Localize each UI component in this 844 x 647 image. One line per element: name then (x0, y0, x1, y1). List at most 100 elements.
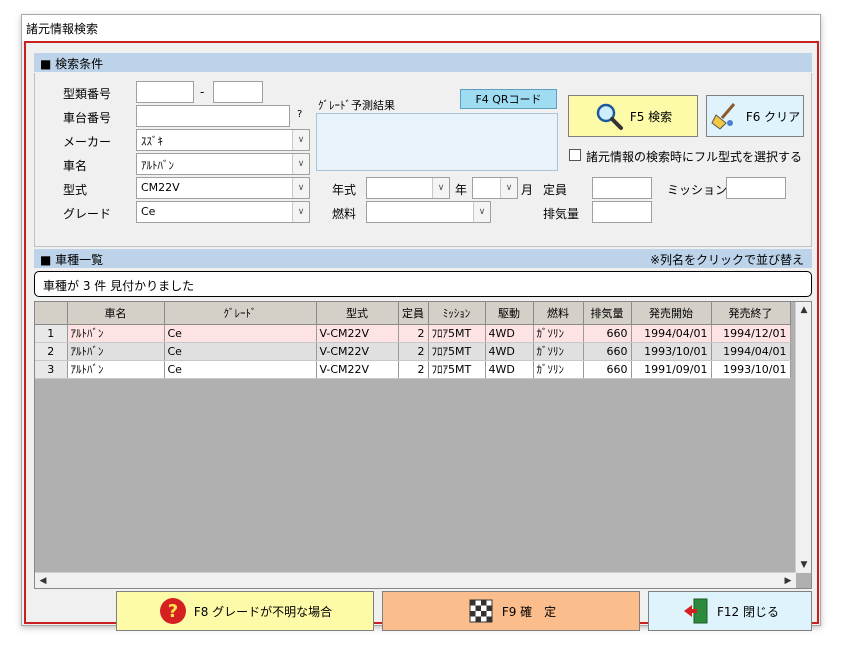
clear-button[interactable]: F6 クリア (706, 95, 804, 137)
chassis-number-input[interactable] (136, 105, 290, 127)
search-window: 諸元情報検索 ■ 検索条件 型類番号 - 車台番号 ? メーカー ｽｽﾞｷ ∨ … (21, 14, 821, 631)
confirm-button[interactable]: F9 確 定 (382, 591, 640, 631)
cell-drive: 4WD (485, 360, 534, 379)
cell-grade: Ce (164, 324, 317, 343)
column-header-fuel[interactable]: 燃料 (533, 302, 584, 325)
mission-label: ミッション (667, 183, 728, 197)
cell-fuel: ｶﾞｿﾘﾝ (533, 324, 584, 343)
search-panel: 型類番号 - 車台番号 ? メーカー ｽｽﾞｷ ∨ 車名 ｱﾙﾄﾊﾞﾝ ∨ 型式… (34, 73, 812, 247)
column-header-capacity[interactable]: 定員 (398, 302, 429, 325)
exit-door-icon (684, 598, 708, 624)
list-section-title: ■ 車種一覧 (40, 253, 104, 267)
chevron-down-icon[interactable]: ∨ (500, 178, 517, 198)
chevron-down-icon[interactable]: ∨ (473, 202, 490, 222)
question-icon: ? (159, 598, 186, 624)
confirm-button-label: F9 確 定 (501, 604, 557, 619)
year-select[interactable]: ∨ (366, 177, 450, 199)
row-number: 2 (35, 342, 68, 361)
grade-unknown-button-label: F8 グレードが不明な場合 (193, 604, 333, 619)
cell-capacity: 2 (398, 324, 429, 343)
vertical-scrollbar[interactable]: ▲ ▼ (795, 302, 811, 573)
scroll-left-arrow-icon[interactable]: ◀ (35, 573, 51, 588)
table-row[interactable]: 2 ｱﾙﾄﾊﾞﾝ Ce V-CM22V 2 ﾌﾛｱ5MT 4WD ｶﾞｿﾘﾝ 6… (35, 342, 791, 361)
cell-model: V-CM22V (316, 360, 399, 379)
capacity-input[interactable] (592, 177, 652, 199)
year-label: 年式 (332, 183, 357, 197)
mission-input[interactable] (726, 177, 786, 199)
model-label: 型式 (63, 183, 88, 197)
maker-select[interactable]: ｽｽﾞｷ ∨ (136, 129, 310, 151)
cell-grade: Ce (164, 342, 317, 361)
column-header-rownum[interactable] (35, 302, 68, 325)
cell-release-end: 1994/04/01 (711, 342, 791, 361)
search-section-title: ■ 検索条件 (40, 57, 104, 71)
chevron-down-icon[interactable]: ∨ (432, 178, 449, 198)
vehicle-grid[interactable]: 車名 ｸﾞﾚｰﾄﾞ 型式 定員 ﾐｯｼｮﾝ 駆動 燃料 排気量 発売開始 発売終… (34, 301, 812, 589)
row-number: 3 (35, 360, 68, 379)
table-row[interactable]: 1 ｱﾙﾄﾊﾞﾝ Ce V-CM22V 2 ﾌﾛｱ5MT 4WD ｶﾞｿﾘﾝ 6… (35, 324, 791, 343)
displacement-label: 排気量 (543, 207, 580, 221)
cell-mission: ﾌﾛｱ5MT (428, 360, 486, 379)
column-header-mission[interactable]: ﾐｯｼｮﾝ (428, 302, 486, 325)
fullmodel-checkbox-label[interactable]: 諸元情報の検索時にフル型式を選択する (586, 148, 802, 165)
cell-displacement: 660 (583, 342, 632, 361)
column-header-drive[interactable]: 駆動 (485, 302, 534, 325)
type-number-input-1[interactable] (136, 81, 194, 103)
chevron-down-icon[interactable]: ∨ (292, 154, 309, 174)
scroll-down-arrow-icon[interactable]: ▼ (796, 557, 811, 573)
column-header-model[interactable]: 型式 (316, 302, 399, 325)
qr-code-button[interactable]: F4 QRコード (460, 89, 557, 109)
table-row[interactable]: 3 ｱﾙﾄﾊﾞﾝ Ce V-CM22V 2 ﾌﾛｱ5MT 4WD ｶﾞｿﾘﾝ 6… (35, 360, 791, 379)
model-select[interactable]: CM22V ∨ (136, 177, 310, 199)
column-header-grade[interactable]: ｸﾞﾚｰﾄﾞ (164, 302, 317, 325)
cell-car-name: ｱﾙﾄﾊﾞﾝ (67, 360, 165, 379)
cell-mission: ﾌﾛｱ5MT (428, 324, 486, 343)
cell-capacity: 2 (398, 360, 429, 379)
cell-fuel: ｶﾞｿﾘﾝ (533, 360, 584, 379)
scroll-up-arrow-icon[interactable]: ▲ (796, 302, 811, 318)
close-button[interactable]: F12 閉じる (648, 591, 812, 631)
content-frame: ■ 検索条件 型類番号 - 車台番号 ? メーカー ｽｽﾞｷ ∨ 車名 ｱﾙﾄﾊ… (24, 41, 819, 631)
grade-label: グレード (63, 207, 112, 221)
cell-mission: ﾌﾛｱ5MT (428, 342, 486, 361)
displacement-input[interactable] (592, 201, 652, 223)
capacity-label: 定員 (543, 183, 568, 197)
close-button-label: F12 閉じる (717, 604, 779, 619)
grade-select[interactable]: Ce ∨ (136, 201, 310, 223)
clear-button-label: F6 クリア (745, 109, 801, 124)
grade-prediction-result (316, 113, 558, 171)
column-header-displacement[interactable]: 排気量 (583, 302, 632, 325)
search-section-header: ■ 検索条件 (34, 53, 812, 72)
chassis-help-mark[interactable]: ? (297, 109, 302, 120)
month-select[interactable]: ∨ (472, 177, 518, 199)
column-header-release-end[interactable]: 発売終了 (711, 302, 791, 325)
month-suffix: 月 (521, 183, 534, 197)
car-name-select[interactable]: ｱﾙﾄﾊﾞﾝ ∨ (136, 153, 310, 175)
cell-release-end: 1993/10/01 (711, 360, 791, 379)
cell-drive: 4WD (485, 324, 534, 343)
row-number: 1 (35, 324, 68, 343)
scroll-right-arrow-icon[interactable]: ▶ (780, 573, 796, 588)
chevron-down-icon[interactable]: ∨ (292, 178, 309, 198)
grade-unknown-button[interactable]: ? F8 グレードが不明な場合 (116, 591, 374, 631)
cell-displacement: 660 (583, 324, 632, 343)
chevron-down-icon[interactable]: ∨ (292, 130, 309, 150)
search-button[interactable]: F5 検索 (568, 95, 698, 137)
horizontal-scrollbar[interactable]: ◀ ▶ (35, 572, 796, 588)
type-number-label: 型類番号 (63, 87, 112, 101)
fuel-select[interactable]: ∨ (366, 201, 491, 223)
maker-label: メーカー (63, 135, 112, 149)
svg-text:?: ? (168, 601, 178, 622)
column-header-release-start[interactable]: 発売開始 (631, 302, 712, 325)
fullmodel-checkbox[interactable] (569, 149, 581, 161)
cell-car-name: ｱﾙﾄﾊﾞﾝ (67, 324, 165, 343)
type-number-input-2[interactable] (213, 81, 263, 103)
column-header-car-name[interactable]: 車名 (67, 302, 165, 325)
maker-select-value: ｽｽﾞｷ (141, 135, 163, 148)
list-section-header: ■ 車種一覧 ※列名をクリックで並び替え (34, 249, 812, 268)
cell-grade: Ce (164, 360, 317, 379)
window-title: 諸元情報検索 (22, 15, 820, 41)
chevron-down-icon[interactable]: ∨ (292, 202, 309, 222)
cell-release-start: 1994/04/01 (631, 324, 712, 343)
magnifier-icon (596, 103, 623, 130)
